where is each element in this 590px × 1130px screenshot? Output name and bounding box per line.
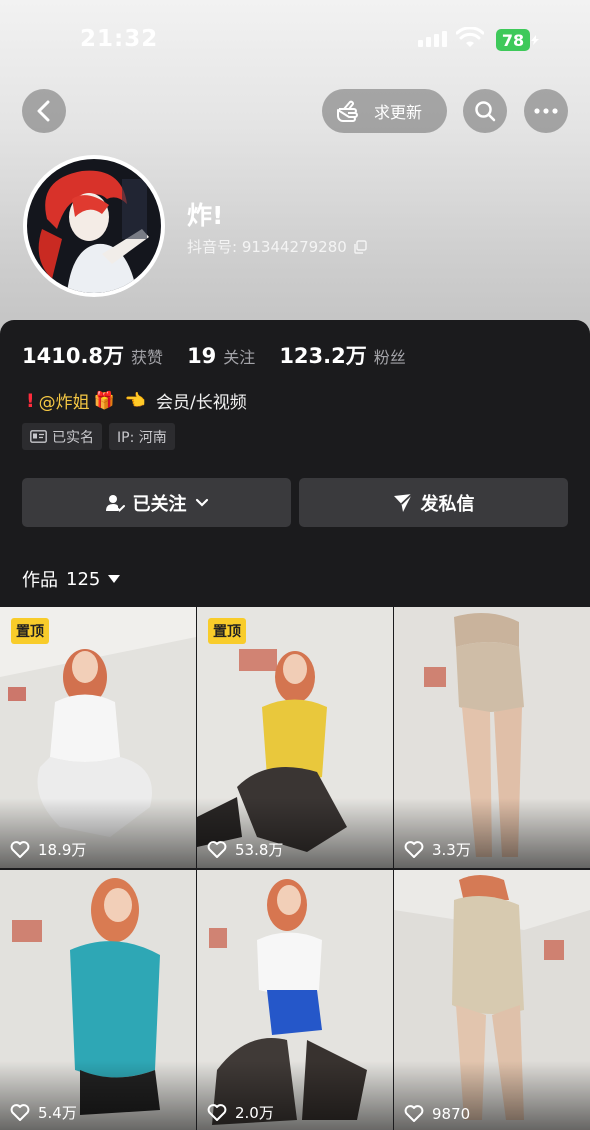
avatar-image	[27, 159, 161, 293]
pinned-badge: 置顶	[208, 618, 246, 644]
request-update-label: 求更新	[374, 103, 423, 122]
charging-bolt-icon	[531, 35, 539, 45]
pointing-hand-icon	[337, 100, 358, 122]
profile-bio: ! @炸姐 🎁 👈 会员/长视频	[26, 388, 247, 414]
pinned-badge: 置顶	[11, 618, 49, 644]
caret-down-icon	[108, 574, 121, 583]
wifi-icon	[456, 27, 484, 47]
video-thumbnail[interactable]: 置顶 18.9万	[0, 607, 196, 868]
heart-icon	[207, 1103, 227, 1121]
likes-label: 获赞	[131, 348, 164, 367]
video-likes-count: 2.0万	[235, 1104, 274, 1122]
heart-icon	[10, 840, 30, 858]
cellular-signal-icon	[418, 31, 447, 47]
video-likes: 5.4万	[10, 1102, 77, 1123]
copy-icon[interactable]	[353, 239, 367, 254]
gift-emoji: 🎁	[93, 390, 115, 411]
following-count[interactable]: 19	[187, 344, 216, 368]
video-likes: 53.8万	[207, 839, 283, 860]
send-message-label: 发私信	[420, 493, 475, 515]
douyin-id-text: 抖音号: 91344279280	[187, 238, 347, 256]
request-update-button[interactable]: 求更新	[322, 89, 447, 133]
video-likes: 2.0万	[207, 1102, 274, 1123]
verified-tag-label: 已实名	[52, 429, 94, 446]
video-likes: 9870	[404, 1105, 470, 1123]
following-button-label: 已关注	[132, 493, 187, 515]
ip-location-tag: IP: 河南	[109, 423, 175, 450]
works-tab-label: 作品	[22, 570, 58, 591]
back-button[interactable]	[22, 89, 66, 133]
video-grid: 置顶 18.9万 置顶 53.8万 3.3万 5.4万 2.0万 9870	[0, 607, 590, 1130]
verified-tag: 已实名	[22, 423, 102, 450]
paper-plane-icon	[393, 492, 413, 512]
bio-mention-link[interactable]: @炸姐	[39, 388, 90, 413]
heart-icon	[404, 1105, 424, 1122]
exclamation-mark: !	[26, 389, 35, 412]
more-button[interactable]	[524, 89, 568, 133]
send-message-button[interactable]: 发私信	[299, 478, 568, 527]
more-dots-icon	[534, 108, 558, 114]
avatar[interactable]	[23, 155, 165, 297]
search-icon	[475, 101, 496, 122]
status-time: 21:32	[80, 26, 159, 52]
battery-indicator: 78	[496, 29, 530, 51]
pointing-hand-emoji: 👈	[124, 390, 147, 411]
following-button[interactable]: 已关注	[22, 478, 291, 527]
likes-count: 1410.8万	[22, 344, 125, 368]
video-likes-count: 18.9万	[38, 841, 87, 859]
video-thumbnail[interactable]: 置顶 53.8万	[197, 607, 393, 868]
works-count: 125	[66, 568, 101, 590]
video-likes-count: 3.3万	[432, 841, 471, 859]
profile-stats: 1410.8万 获赞 19 关注 123.2万 粉丝	[22, 340, 430, 370]
video-thumbnail[interactable]: 3.3万	[394, 607, 590, 868]
heart-icon	[404, 840, 424, 858]
profile-nickname: 炸!	[187, 201, 224, 230]
followers-count[interactable]: 123.2万	[279, 340, 366, 370]
profile-tags: 已实名 IP: 河南	[22, 423, 175, 450]
video-likes: 3.3万	[404, 839, 471, 860]
video-thumbnail[interactable]: 9870	[394, 870, 590, 1130]
video-likes: 18.9万	[10, 839, 86, 860]
video-thumbnail[interactable]: 2.0万	[197, 870, 393, 1130]
id-card-icon	[30, 430, 47, 443]
video-thumbnail[interactable]: 5.4万	[0, 870, 196, 1130]
following-label[interactable]: 关注	[223, 344, 255, 368]
video-likes-count: 5.4万	[38, 1104, 77, 1122]
ip-location-label: IP: 河南	[117, 429, 167, 446]
search-button[interactable]	[463, 89, 507, 133]
video-likes-count: 9870	[432, 1105, 471, 1123]
works-tab[interactable]: 作品 125	[22, 566, 121, 592]
heart-icon	[10, 1103, 30, 1121]
user-check-icon	[105, 494, 125, 512]
heart-icon	[207, 840, 227, 858]
chevron-left-icon	[37, 100, 50, 122]
video-likes-count: 53.8万	[235, 841, 284, 859]
bio-text: 会员/长视频	[156, 393, 247, 413]
douyin-id[interactable]: 抖音号: 91344279280	[187, 236, 367, 257]
chevron-down-icon	[195, 498, 208, 507]
followers-label[interactable]: 粉丝	[374, 344, 406, 368]
status-bar: 21:32 78	[0, 0, 590, 80]
